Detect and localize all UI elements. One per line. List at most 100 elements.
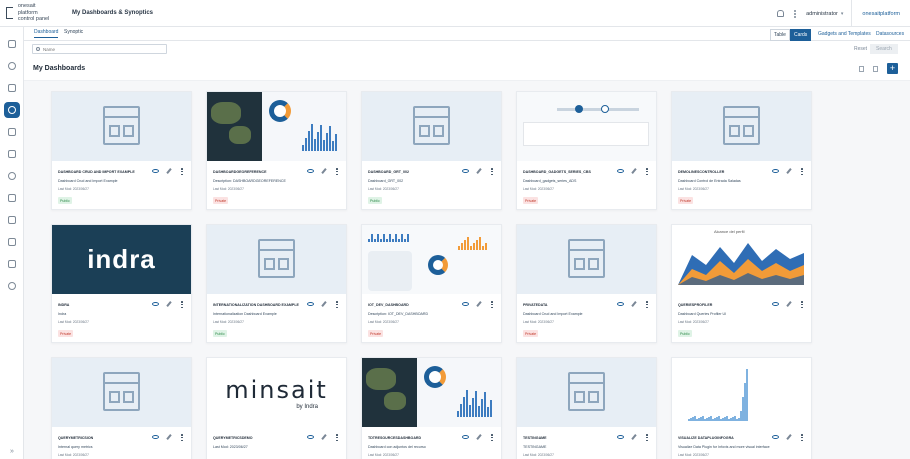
dashboard-card[interactable]: DEMOLINESCONTROLLER Dashboard Control de … (671, 91, 812, 210)
more-icon[interactable] (491, 168, 493, 175)
bell-icon[interactable] (777, 10, 785, 17)
sidebar-item-files[interactable] (0, 209, 24, 231)
eye-icon[interactable] (772, 169, 779, 173)
dashboard-card[interactable]: DASHBOARD_GADGETS_SERIES_CBS Dashboard_ga… (516, 91, 657, 210)
thumbnail-timeline[interactable] (517, 92, 656, 161)
eye-icon[interactable] (462, 435, 469, 439)
sidebar-item-dashboards[interactable] (0, 99, 24, 121)
thumbnail-placeholder[interactable] (517, 225, 656, 294)
dashboard-card[interactable]: DASHBOARD CRUD AND IMPORT EXAMPLE Dashboa… (51, 91, 192, 210)
dashboard-card[interactable]: DASHBOARD_GRT_002 Dashboard_GRT_002 Last M… (361, 91, 502, 210)
cards-view-button[interactable]: Cards (789, 29, 812, 41)
eye-icon[interactable] (152, 435, 159, 439)
sidebar-item-plugins[interactable] (0, 253, 24, 275)
sidebar-item-docs[interactable] (0, 231, 24, 253)
thumbnail-placeholder[interactable] (207, 225, 346, 294)
sidebar-item-home[interactable] (0, 33, 24, 55)
eye-icon[interactable] (462, 302, 469, 306)
pencil-icon[interactable] (786, 434, 792, 440)
thumbnail-map[interactable] (362, 358, 501, 427)
pencil-icon[interactable] (321, 168, 327, 174)
sidebar-item-settings[interactable] (0, 55, 24, 77)
more-icon[interactable] (801, 434, 803, 441)
eye-icon[interactable] (772, 302, 779, 306)
more-icon[interactable] (646, 168, 648, 175)
table-view-button[interactable]: Table (770, 29, 790, 41)
user-menu[interactable]: administrator (806, 11, 838, 17)
pencil-icon[interactable] (631, 434, 637, 440)
thumbnail-placeholder[interactable] (52, 92, 191, 161)
more-icon[interactable] (646, 301, 648, 308)
more-icon[interactable] (794, 9, 797, 18)
gadgets-link[interactable]: Gadgets and Templates (818, 31, 871, 37)
dashboard-card[interactable]: indra INDRA Indra Last Mod: 2023/06/27 Priva… (51, 224, 192, 343)
expand-sidebar-icon[interactable]: » (0, 448, 24, 455)
pencil-icon[interactable] (631, 301, 637, 307)
thumbnail-dashboard[interactable] (362, 225, 501, 294)
more-icon[interactable] (646, 434, 648, 441)
more-icon[interactable] (336, 434, 338, 441)
chevron-down-icon[interactable]: ▾ (841, 11, 844, 17)
dashboard-card[interactable]: TDTRESOURCESDASHBOARD Dashboard con adjun… (361, 357, 502, 459)
thumbnail-indra-logo[interactable]: indra (52, 225, 191, 294)
more-icon[interactable] (801, 168, 803, 175)
pencil-icon[interactable] (166, 301, 172, 307)
pencil-icon[interactable] (476, 301, 482, 307)
pencil-icon[interactable] (321, 301, 327, 307)
export-icon[interactable] (873, 66, 878, 72)
eye-icon[interactable] (617, 169, 624, 173)
more-icon[interactable] (336, 301, 338, 308)
reset-button[interactable]: Reset (850, 44, 871, 54)
pencil-icon[interactable] (321, 434, 327, 440)
more-icon[interactable] (336, 168, 338, 175)
more-icon[interactable] (181, 434, 183, 441)
eye-icon[interactable] (617, 302, 624, 306)
eye-icon[interactable] (307, 302, 314, 306)
eye-icon[interactable] (462, 169, 469, 173)
search-input[interactable] (43, 46, 153, 52)
eye-icon[interactable] (307, 435, 314, 439)
brand-link[interactable]: onesaitplatform (852, 11, 910, 17)
more-icon[interactable] (491, 434, 493, 441)
thumbnail-placeholder[interactable] (517, 358, 656, 427)
pencil-icon[interactable] (476, 434, 482, 440)
dashboard-card[interactable]: PRIVATEDATA Dashboard Crud and Import Exa… (516, 224, 657, 343)
add-dashboard-button[interactable]: + (887, 63, 898, 74)
thumbnail-area-chart[interactable]: Alcance del perfil (672, 225, 811, 294)
sidebar-item-map[interactable] (0, 121, 24, 143)
more-icon[interactable] (181, 301, 183, 308)
eye-icon[interactable] (772, 435, 779, 439)
dashboard-card[interactable]: minsait by Indra QUERYMETRICSDEMO Last Mod:… (206, 357, 347, 459)
thumbnail-map[interactable] (207, 92, 346, 161)
more-icon[interactable] (491, 301, 493, 308)
eye-icon[interactable] (307, 169, 314, 173)
eye-icon[interactable] (152, 302, 159, 306)
dashboard-card[interactable]: VISUALIZE DATAPLUGINFOGRA Visualize Data … (671, 357, 812, 459)
sidebar-item-github[interactable] (0, 275, 24, 297)
sidebar-item-devices[interactable] (0, 187, 24, 209)
pencil-icon[interactable] (786, 301, 792, 307)
sidebar-item-flows[interactable] (0, 165, 24, 187)
pencil-icon[interactable] (166, 168, 172, 174)
thumbnail-placeholder[interactable] (672, 92, 811, 161)
datasources-link[interactable]: Datasources (876, 31, 904, 37)
sidebar-item-tools[interactable] (0, 77, 24, 99)
dashboard-card[interactable]: Alcance del perfil QUERIESPROFILER Dashboa… (671, 224, 812, 343)
platform-logo[interactable]: onesait platform control panel (0, 3, 56, 23)
thumbnail-minsait-logo[interactable]: minsait by Indra (207, 358, 346, 427)
eye-icon[interactable] (152, 169, 159, 173)
search-button[interactable]: Search (870, 44, 898, 54)
pencil-icon[interactable] (166, 434, 172, 440)
tab-synoptic[interactable]: Synoptic (64, 29, 83, 35)
more-icon[interactable] (801, 301, 803, 308)
thumbnail-bar-chart[interactable] (672, 358, 811, 427)
upload-icon[interactable] (859, 66, 864, 72)
dashboard-card[interactable]: QUERYMETRICSION Internal query metrics Las… (51, 357, 192, 459)
tab-dashboard[interactable]: Dashboard (34, 29, 59, 38)
thumbnail-placeholder[interactable] (362, 92, 501, 161)
pencil-icon[interactable] (631, 168, 637, 174)
thumbnail-placeholder[interactable] (52, 358, 191, 427)
pencil-icon[interactable] (476, 168, 482, 174)
dashboard-card[interactable]: INTERNATIONALIZATION DASHBOARD EXAMPLE In… (206, 224, 347, 343)
dashboard-card[interactable]: IOT_DEV_DASHBOARD Description: IOT_DEV_DA… (361, 224, 502, 343)
